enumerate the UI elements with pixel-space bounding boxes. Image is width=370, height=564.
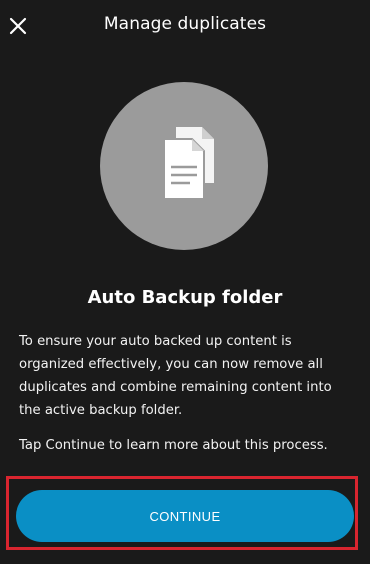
- page-title: Manage duplicates: [103, 14, 267, 34]
- continue-button[interactable]: CONTINUE: [16, 490, 354, 542]
- hero-illustration: [100, 82, 268, 250]
- section-heading: Auto Backup folder: [87, 287, 283, 308]
- description-text: To ensure your auto backed up content is…: [19, 334, 332, 418]
- duplicate-documents-icon: [163, 127, 214, 199]
- instruction-text: Tap Continue to learn more about this pr…: [19, 438, 328, 453]
- top-bar: Manage duplicates: [0, 0, 370, 52]
